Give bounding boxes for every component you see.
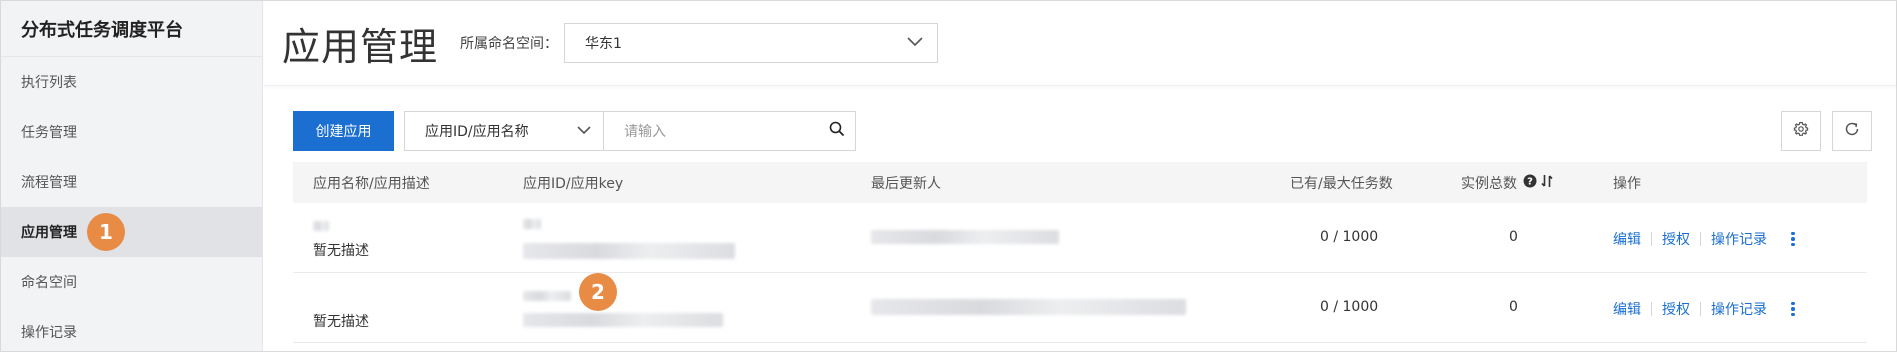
task-count: 0 / 1000 bbox=[1320, 299, 1379, 315]
more-actions-icon[interactable] bbox=[1789, 301, 1797, 317]
search-icon[interactable] bbox=[829, 121, 845, 141]
svg-text:?: ? bbox=[1527, 176, 1533, 187]
redacted-app-name bbox=[313, 221, 329, 231]
chevron-down-icon bbox=[907, 35, 923, 51]
step-badge: 2 bbox=[579, 273, 617, 311]
settings-icon bbox=[1793, 121, 1809, 141]
operation-log-link[interactable]: 操作记录 bbox=[1711, 299, 1767, 319]
sidebar-item-workflow-management[interactable]: 流程管理 bbox=[1, 157, 262, 207]
column-header: 已有/最大任务数 bbox=[1290, 175, 1393, 192]
search-placeholder: 请输入 bbox=[624, 124, 666, 140]
search-input[interactable]: 请输入 bbox=[604, 111, 856, 151]
sidebar-item-operation-log[interactable]: 操作记录 bbox=[1, 307, 262, 352]
chevron-down-icon bbox=[577, 123, 591, 139]
row-actions: 编辑 授权 操作记录 bbox=[1613, 229, 1797, 249]
column-header: 实例总数 bbox=[1461, 175, 1517, 192]
edit-link[interactable]: 编辑 bbox=[1613, 229, 1641, 249]
sidebar-item-app-management[interactable]: 应用管理 1 bbox=[1, 207, 262, 257]
search-field-value: 应用ID/应用名称 bbox=[425, 124, 529, 140]
redacted-updater bbox=[871, 230, 1059, 244]
more-actions-icon[interactable] bbox=[1789, 231, 1797, 247]
sidebar-item-label: 执行列表 bbox=[21, 75, 77, 91]
authorize-link[interactable]: 授权 bbox=[1662, 299, 1690, 319]
toolbar: 创建应用 应用ID/应用名称 请输入 bbox=[293, 111, 856, 151]
page-header: 应用管理 所属命名空间： 华东1 bbox=[264, 1, 1896, 86]
sidebar-item-execution-list[interactable]: 执行列表 bbox=[1, 57, 262, 107]
sidebar-item-label: 任务管理 bbox=[21, 125, 77, 141]
operation-log-link[interactable]: 操作记录 bbox=[1711, 229, 1767, 249]
task-count: 0 / 1000 bbox=[1320, 229, 1379, 245]
sidebar: 分布式任务调度平台 执行列表 任务管理 流程管理 应用管理 1 命名空间 操作记… bbox=[1, 1, 263, 351]
sort-icon[interactable] bbox=[1541, 174, 1553, 192]
main-content: 应用管理 所属命名空间： 华东1 创建应用 应用ID/应用名称 请输入 应用名称… bbox=[264, 1, 1896, 351]
instance-count: 0 bbox=[1509, 299, 1518, 315]
divider bbox=[1651, 232, 1652, 246]
column-header: 应用名称/应用描述 bbox=[313, 175, 430, 192]
refresh-button[interactable] bbox=[1832, 111, 1872, 151]
column-header: 操作 bbox=[1613, 175, 1641, 192]
sidebar-item-label: 流程管理 bbox=[21, 175, 77, 191]
table-header: 应用名称/应用描述 应用ID/应用key 最后更新人 已有/最大任务数 实例总数… bbox=[293, 162, 1867, 203]
sidebar-item-namespace[interactable]: 命名空间 bbox=[1, 257, 262, 307]
redacted-app-id bbox=[523, 291, 571, 301]
help-icon[interactable]: ? bbox=[1523, 174, 1537, 192]
instance-count: 0 bbox=[1509, 229, 1518, 245]
sidebar-item-label: 应用管理 bbox=[21, 225, 77, 241]
table-row: 暂无描述 0 / 1000 0 编辑 授权 操作记录 bbox=[293, 203, 1867, 273]
divider bbox=[1651, 302, 1652, 316]
namespace-value: 华东1 bbox=[585, 36, 622, 52]
redacted-app-id bbox=[523, 219, 541, 229]
row-actions: 编辑 授权 操作记录 bbox=[1613, 299, 1797, 319]
app-title: 分布式任务调度平台 bbox=[1, 1, 262, 57]
table-row: 暂无描述 2 0 / 1000 0 编辑 授权 操作记录 bbox=[293, 273, 1867, 343]
divider bbox=[1700, 232, 1701, 246]
authorize-link[interactable]: 授权 bbox=[1662, 229, 1690, 249]
step-badge: 1 bbox=[87, 213, 125, 251]
namespace-label: 所属命名空间： bbox=[460, 36, 559, 52]
edit-link[interactable]: 编辑 bbox=[1613, 299, 1641, 319]
redacted-app-key bbox=[523, 313, 723, 327]
redacted-app-key bbox=[523, 243, 735, 259]
search-field-select[interactable]: 应用ID/应用名称 bbox=[404, 111, 604, 151]
divider bbox=[1700, 302, 1701, 316]
app-description: 暂无描述 bbox=[313, 314, 369, 330]
page-title: 应用管理 bbox=[282, 24, 439, 69]
settings-button[interactable] bbox=[1781, 111, 1821, 151]
sidebar-item-task-management[interactable]: 任务管理 bbox=[1, 107, 262, 157]
app-description: 暂无描述 bbox=[313, 243, 369, 259]
apps-table: 应用名称/应用描述 应用ID/应用key 最后更新人 已有/最大任务数 实例总数… bbox=[293, 162, 1867, 343]
column-header: 应用ID/应用key bbox=[523, 175, 624, 192]
refresh-icon bbox=[1844, 121, 1860, 141]
redacted-updater bbox=[871, 299, 1186, 315]
create-app-button[interactable]: 创建应用 bbox=[293, 111, 394, 151]
namespace-select[interactable]: 华东1 bbox=[564, 23, 939, 63]
sidebar-item-label: 操作记录 bbox=[21, 325, 77, 341]
column-header: 最后更新人 bbox=[871, 175, 941, 192]
sidebar-item-label: 命名空间 bbox=[21, 275, 77, 291]
instances-column-header: 实例总数 ? bbox=[1461, 173, 1553, 193]
